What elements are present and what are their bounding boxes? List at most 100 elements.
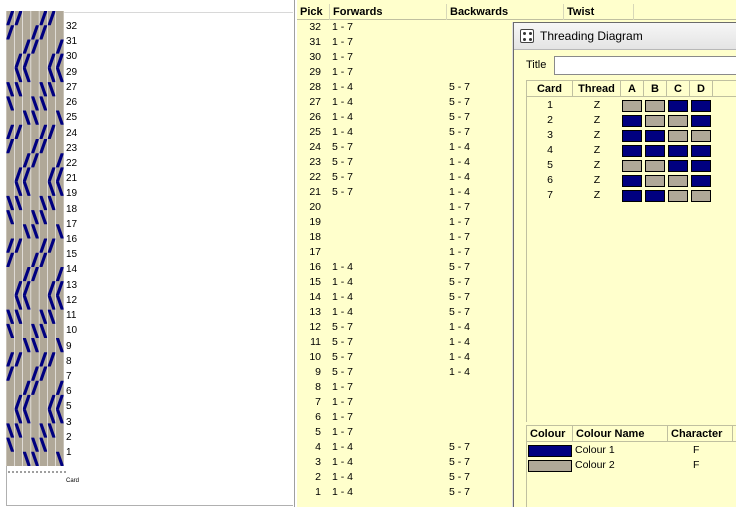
pick-number: 7 [315,396,321,408]
colour-swatch[interactable] [528,460,572,472]
hole-a-colour-cell[interactable] [622,175,642,187]
card-threading-table[interactable]: Card Thread A B C D 1Z2Z3Z4Z5Z6Z7Z [526,80,736,422]
hole-c-colour-cell[interactable] [668,175,688,187]
pattern-row-label: 8 [66,356,72,367]
hole-b-colour-cell[interactable] [645,115,665,127]
hole-d-colour-cell[interactable] [691,190,711,202]
hole-d-colour-cell[interactable] [691,115,711,127]
forwards-cards: 1 - 4 [332,456,354,468]
card-row[interactable]: 4Z [527,143,736,158]
backwards-cards: 5 - 7 [449,81,471,93]
column-header-backwards[interactable]: Backwards [447,4,564,20]
column-header-b[interactable]: B [644,81,667,97]
colour-swatch[interactable] [528,445,572,457]
pick-number: 3 [315,456,321,468]
colour-table[interactable]: Colour Colour Name Character Colour 1 F Co… [526,425,736,507]
column-header-colour-name[interactable]: Colour Name [573,426,668,442]
thread-direction[interactable]: Z [573,143,621,158]
hole-a-colour-cell[interactable] [622,160,642,172]
backwards-cards: 1 - 4 [449,141,471,153]
thread-direction[interactable]: Z [573,113,621,128]
card-number: 6 [547,174,553,186]
hole-d-colour-cell[interactable] [691,130,711,142]
card-row[interactable]: 5Z [527,158,736,173]
pick-number: 23 [309,156,321,168]
card-number: 1 [547,99,553,111]
card-number: 7 [547,189,553,201]
hole-a-colour-cell[interactable] [622,130,642,142]
column-header-twist[interactable]: Twist [564,4,634,20]
hole-d-colour-cell[interactable] [691,160,711,172]
pattern-row-label: 16 [66,234,78,245]
hole-b-colour-cell[interactable] [645,130,665,142]
column-header-thread[interactable]: Thread [573,81,621,97]
backwards-cards: 5 - 7 [449,111,471,123]
column-header-forwards[interactable]: Forwards [330,4,447,20]
card-row[interactable]: 2Z [527,113,736,128]
hole-b-colour-cell[interactable] [645,100,665,112]
card-row[interactable]: 3Z [527,128,736,143]
column-header-c[interactable]: C [667,81,690,97]
hole-b-colour-cell[interactable] [645,145,665,157]
forwards-cards: 1 - 7 [332,381,354,393]
hole-b-colour-cell[interactable] [645,175,665,187]
pattern-row-label: 6 [66,386,72,397]
column-header-card[interactable]: Card [527,81,573,97]
thread-direction[interactable]: Z [573,158,621,173]
title-input[interactable] [554,56,736,75]
hole-c-colour-cell[interactable] [668,100,688,112]
pattern-row-label: 24 [66,128,78,139]
thread-direction[interactable]: Z [573,98,621,113]
thread-direction[interactable]: Z [573,173,621,188]
card-row[interactable]: 7Z [527,188,736,203]
card-row[interactable]: 6Z [527,173,736,188]
column-header-colour[interactable]: Colour [527,426,573,442]
pick-number: 14 [309,291,321,303]
thread-direction[interactable]: Z [573,128,621,143]
card-icon [520,29,534,43]
pick-number: 24 [309,141,321,153]
hole-d-colour-cell[interactable] [691,175,711,187]
hole-c-colour-cell[interactable] [668,160,688,172]
card-number: 4 [547,144,553,156]
column-header-a[interactable]: A [621,81,644,97]
pattern-row-label: 3 [66,417,72,428]
colour-character: F [693,444,700,456]
threading-diagram-window[interactable]: Threading Diagram Title Card Thread A B … [513,22,736,507]
title-field-label: Title [526,59,547,71]
backwards-cards: 5 - 7 [449,276,471,288]
column-header-pick[interactable]: Pick [297,4,330,20]
forwards-cards: 1 - 7 [332,411,354,423]
column-header-character[interactable]: Character [668,426,733,442]
hole-c-colour-cell[interactable] [668,190,688,202]
card-row[interactable]: 1Z [527,98,736,113]
hole-c-colour-cell[interactable] [668,115,688,127]
hole-a-colour-cell[interactable] [622,115,642,127]
forwards-cards: 1 - 4 [332,441,354,453]
hole-b-colour-cell[interactable] [645,160,665,172]
thread-direction[interactable]: Z [573,188,621,203]
pick-number: 2 [315,471,321,483]
hole-d-colour-cell[interactable] [691,100,711,112]
hole-c-colour-cell[interactable] [668,130,688,142]
hole-d-colour-cell[interactable] [691,145,711,157]
hole-a-colour-cell[interactable] [622,190,642,202]
colour-table-header: Colour Colour Name Character [527,426,736,442]
window-titlebar[interactable]: Threading Diagram [514,23,736,50]
pick-number: 13 [309,306,321,318]
colour-row[interactable]: Colour 1 F [527,443,736,458]
colour-row[interactable]: Colour 2 F [527,458,736,473]
hole-c-colour-cell[interactable] [668,145,688,157]
pick-table-header: Pick Forwards Backwards Twist [297,4,736,20]
pick-number: 21 [309,186,321,198]
column-header-d[interactable]: D [690,81,713,97]
forwards-cards: 1 - 4 [332,471,354,483]
backwards-cards: 1 - 4 [449,186,471,198]
hole-a-colour-cell[interactable] [622,145,642,157]
hole-b-colour-cell[interactable] [645,190,665,202]
pattern-row-label: 10 [66,325,78,336]
pattern-row-label: 27 [66,82,78,93]
pattern-row-label: 7 [66,371,72,382]
pick-number: 6 [315,411,321,423]
hole-a-colour-cell[interactable] [622,100,642,112]
